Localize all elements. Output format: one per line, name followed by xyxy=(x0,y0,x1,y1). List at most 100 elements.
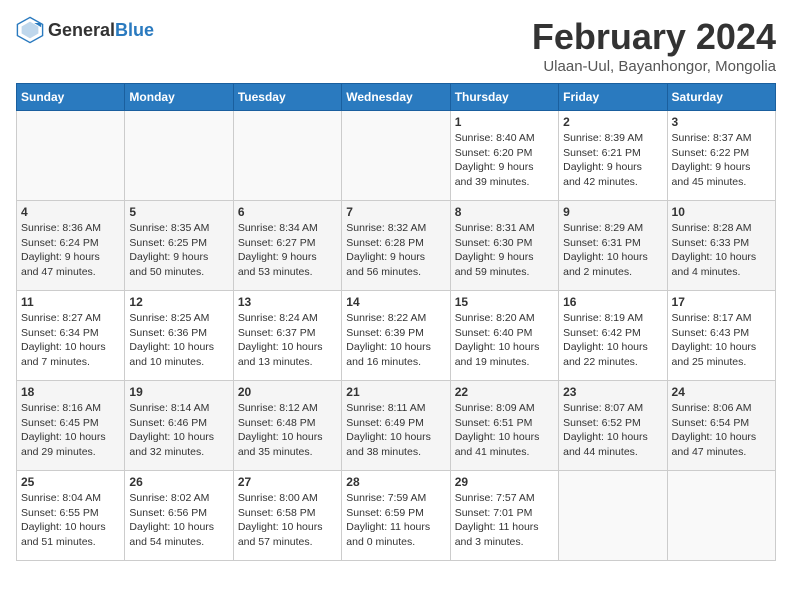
calendar-cell: 18 Sunrise: 8:16 AMSunset: 6:45 PMDayligh… xyxy=(17,381,125,471)
day-info: Sunrise: 8:29 AMSunset: 6:31 PMDaylight:… xyxy=(563,221,662,280)
day-info: Sunrise: 8:40 AMSunset: 6:20 PMDaylight:… xyxy=(455,131,554,190)
day-info: Sunrise: 8:02 AMSunset: 6:56 PMDaylight:… xyxy=(129,491,228,550)
logo-general: General xyxy=(48,20,115,40)
day-number: 26 xyxy=(129,475,228,489)
calendar-cell: 25Sunrise: 8:04 AMSunset: 6:55 PMDayligh… xyxy=(17,471,125,561)
col-header-sunday: Sunday xyxy=(17,84,125,111)
day-number: 11 xyxy=(21,295,120,309)
logo-icon xyxy=(16,16,44,44)
calendar-cell: 23 Sunrise: 8:07 AMSunset: 6:52 PMDayligh… xyxy=(559,381,667,471)
day-info: Sunrise: 8:31 AMSunset: 6:30 PMDaylight:… xyxy=(455,221,554,280)
day-number: 9 xyxy=(563,205,662,219)
day-number: 20 xyxy=(238,385,337,399)
day-info: Sunrise: 7:59 AMSunset: 6:59 PMDaylight:… xyxy=(346,491,445,550)
day-number: 12 xyxy=(129,295,228,309)
day-info: Sunrise: 8:12 AMSunset: 6:48 PMDaylight:… xyxy=(238,401,337,460)
day-number: 5 xyxy=(129,205,228,219)
calendar-cell: 19 Sunrise: 8:14 AMSunset: 6:46 PMDayligh… xyxy=(125,381,233,471)
day-info: Sunrise: 8:07 AMSunset: 6:52 PMDaylight:… xyxy=(563,401,662,460)
day-number: 22 xyxy=(455,385,554,399)
calendar-cell: 21Sunrise: 8:11 AMSunset: 6:49 PMDayligh… xyxy=(342,381,450,471)
calendar-cell: 11 Sunrise: 8:27 AMSunset: 6:34 PMDayligh… xyxy=(17,291,125,381)
col-header-thursday: Thursday xyxy=(450,84,558,111)
day-info: Sunrise: 8:14 AMSunset: 6:46 PMDaylight:… xyxy=(129,401,228,460)
col-header-saturday: Saturday xyxy=(667,84,775,111)
calendar-cell: 5 Sunrise: 8:35 AMSunset: 6:25 PMDaylight… xyxy=(125,201,233,291)
day-info: Sunrise: 8:20 AMSunset: 6:40 PMDaylight:… xyxy=(455,311,554,370)
col-header-tuesday: Tuesday xyxy=(233,84,341,111)
day-number: 3 xyxy=(672,115,771,129)
day-info: Sunrise: 8:36 AMSunset: 6:24 PMDaylight:… xyxy=(21,221,120,280)
month-year: February 2024 xyxy=(532,16,776,58)
col-header-friday: Friday xyxy=(559,84,667,111)
day-info: Sunrise: 8:32 AMSunset: 6:28 PMDaylight:… xyxy=(346,221,445,280)
calendar-cell: 20 Sunrise: 8:12 AMSunset: 6:48 PMDayligh… xyxy=(233,381,341,471)
day-number: 10 xyxy=(672,205,771,219)
calendar-cell: 9 Sunrise: 8:29 AMSunset: 6:31 PMDaylight… xyxy=(559,201,667,291)
col-header-wednesday: Wednesday xyxy=(342,84,450,111)
day-number: 1 xyxy=(455,115,554,129)
calendar-cell: 22 Sunrise: 8:09 AMSunset: 6:51 PMDayligh… xyxy=(450,381,558,471)
calendar-cell: 10 Sunrise: 8:28 AMSunset: 6:33 PMDayligh… xyxy=(667,201,775,291)
logo-text: GeneralBlue xyxy=(48,20,154,41)
day-number: 28 xyxy=(346,475,445,489)
calendar-cell: 24 Sunrise: 8:06 AMSunset: 6:54 PMDayligh… xyxy=(667,381,775,471)
day-info: Sunrise: 8:09 AMSunset: 6:51 PMDaylight:… xyxy=(455,401,554,460)
calendar-cell: 15 Sunrise: 8:20 AMSunset: 6:40 PMDayligh… xyxy=(450,291,558,381)
calendar-cell: 26 Sunrise: 8:02 AMSunset: 6:56 PMDayligh… xyxy=(125,471,233,561)
day-number: 14 xyxy=(346,295,445,309)
day-info: Sunrise: 8:00 AMSunset: 6:58 PMDaylight:… xyxy=(238,491,337,550)
day-number: 27 xyxy=(238,475,337,489)
day-number: 23 xyxy=(563,385,662,399)
calendar-cell: 2 Sunrise: 8:39 AMSunset: 6:21 PMDaylight… xyxy=(559,111,667,201)
calendar-table: SundayMondayTuesdayWednesdayThursdayFrid… xyxy=(16,83,776,561)
calendar-cell: 12 Sunrise: 8:25 AMSunset: 6:36 PMDayligh… xyxy=(125,291,233,381)
day-number: 4 xyxy=(21,205,120,219)
calendar-cell: 4 Sunrise: 8:36 AMSunset: 6:24 PMDaylight… xyxy=(17,201,125,291)
calendar-cell: 29 Sunrise: 7:57 AMSunset: 7:01 PMDayligh… xyxy=(450,471,558,561)
day-number: 2 xyxy=(563,115,662,129)
day-number: 25 xyxy=(21,475,120,489)
calendar-cell xyxy=(17,111,125,201)
day-info: Sunrise: 8:27 AMSunset: 6:34 PMDaylight:… xyxy=(21,311,120,370)
day-info: Sunrise: 8:35 AMSunset: 6:25 PMDaylight:… xyxy=(129,221,228,280)
calendar-cell: 14Sunrise: 8:22 AMSunset: 6:39 PMDayligh… xyxy=(342,291,450,381)
calendar-cell: 16 Sunrise: 8:19 AMSunset: 6:42 PMDayligh… xyxy=(559,291,667,381)
day-number: 19 xyxy=(129,385,228,399)
calendar-cell: 8 Sunrise: 8:31 AMSunset: 6:30 PMDaylight… xyxy=(450,201,558,291)
day-info: Sunrise: 8:37 AMSunset: 6:22 PMDaylight:… xyxy=(672,131,771,190)
calendar-cell: 17 Sunrise: 8:17 AMSunset: 6:43 PMDayligh… xyxy=(667,291,775,381)
calendar-cell xyxy=(342,111,450,201)
calendar-cell xyxy=(667,471,775,561)
logo: GeneralBlue xyxy=(16,16,154,44)
calendar-cell: 7 Sunrise: 8:32 AMSunset: 6:28 PMDaylight… xyxy=(342,201,450,291)
calendar-cell: 27 Sunrise: 8:00 AMSunset: 6:58 PMDayligh… xyxy=(233,471,341,561)
day-info: Sunrise: 8:17 AMSunset: 6:43 PMDaylight:… xyxy=(672,311,771,370)
logo-blue: Blue xyxy=(115,20,154,40)
calendar-cell xyxy=(125,111,233,201)
location: Ulaan-Uul, Bayanhongor, Mongolia xyxy=(532,58,776,75)
calendar-cell xyxy=(233,111,341,201)
day-info: Sunrise: 8:11 AMSunset: 6:49 PMDaylight:… xyxy=(346,401,445,460)
day-number: 29 xyxy=(455,475,554,489)
day-info: Sunrise: 8:34 AMSunset: 6:27 PMDaylight:… xyxy=(238,221,337,280)
day-number: 16 xyxy=(563,295,662,309)
header: GeneralBlue February 2024 Ulaan-Uul, Bay… xyxy=(16,16,776,75)
day-info: Sunrise: 7:57 AMSunset: 7:01 PMDaylight:… xyxy=(455,491,554,550)
day-info: Sunrise: 8:39 AMSunset: 6:21 PMDaylight:… xyxy=(563,131,662,190)
day-number: 17 xyxy=(672,295,771,309)
day-number: 7 xyxy=(346,205,445,219)
day-number: 8 xyxy=(455,205,554,219)
day-info: Sunrise: 8:24 AMSunset: 6:37 PMDaylight:… xyxy=(238,311,337,370)
day-info: Sunrise: 8:28 AMSunset: 6:33 PMDaylight:… xyxy=(672,221,771,280)
day-number: 18 xyxy=(21,385,120,399)
day-number: 24 xyxy=(672,385,771,399)
day-info: Sunrise: 8:06 AMSunset: 6:54 PMDaylight:… xyxy=(672,401,771,460)
col-header-monday: Monday xyxy=(125,84,233,111)
day-number: 13 xyxy=(238,295,337,309)
calendar-cell: 28 Sunrise: 7:59 AMSunset: 6:59 PMDayligh… xyxy=(342,471,450,561)
day-info: Sunrise: 8:25 AMSunset: 6:36 PMDaylight:… xyxy=(129,311,228,370)
day-info: Sunrise: 8:19 AMSunset: 6:42 PMDaylight:… xyxy=(563,311,662,370)
day-info: Sunrise: 8:16 AMSunset: 6:45 PMDaylight:… xyxy=(21,401,120,460)
day-number: 15 xyxy=(455,295,554,309)
